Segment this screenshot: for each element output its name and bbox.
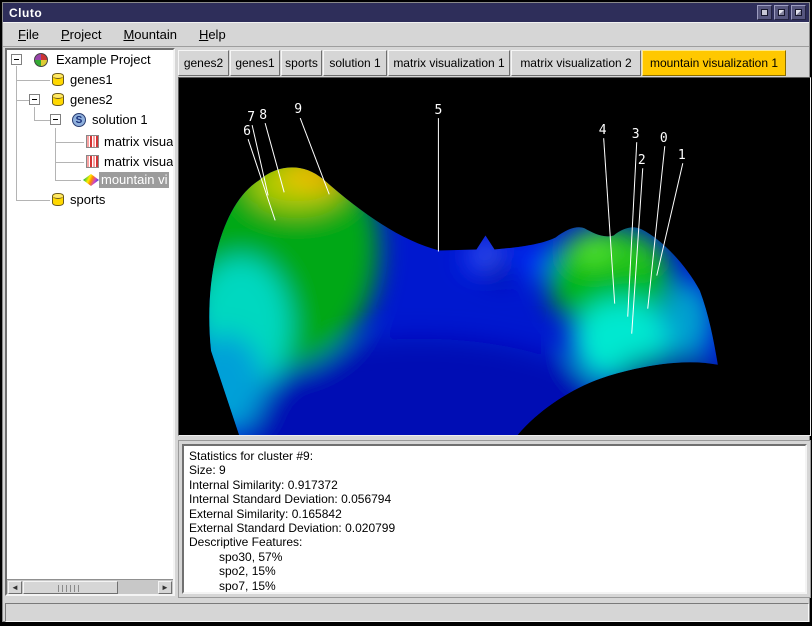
scroll-left-arrow-icon[interactable]: ◄ [8, 581, 22, 594]
statistics-line: Size: 9 [189, 463, 805, 477]
tree-item-label[interactable]: genes2 [68, 92, 115, 108]
scrollbar-thumb[interactable] [23, 581, 118, 594]
tree-item-genes1[interactable]: genes1 [7, 71, 173, 89]
tree-item-solution-1[interactable]: Ssolution 1 [7, 111, 173, 129]
statistics-line: Descriptive Features: [189, 535, 805, 549]
peak-label-0: 0 [660, 131, 668, 146]
menu-file[interactable]: File [7, 24, 50, 45]
solution-icon: S [72, 113, 86, 127]
tree-item-label[interactable]: matrix visua [102, 154, 175, 170]
menubar: FileProjectMountainHelp [3, 22, 809, 47]
tab-solution-1[interactable]: solution 1 [323, 50, 387, 76]
tree-item-genes2[interactable]: genes2 [7, 91, 173, 109]
statistics-line: Statistics for cluster #9: [189, 449, 805, 463]
app-window: Cluto FileProjectMountainHelp Example Pr… [2, 2, 810, 622]
peak-label-3: 3 [632, 127, 640, 142]
project-icon [34, 53, 48, 67]
statistics-line: spo7, 15% [189, 579, 805, 593]
tab-matrix-visualization-1[interactable]: matrix visualization 1 [388, 50, 510, 76]
statistics-line: External Similarity: 0.165842 [189, 507, 805, 521]
iconify-icon[interactable] [757, 5, 772, 20]
statistics-line: External Standard Deviation: 0.020799 [189, 521, 805, 535]
statistics-line: Internal Similarity: 0.917372 [189, 478, 805, 492]
statistics-line: spo2, 15% [189, 564, 805, 578]
dataset-icon [52, 193, 64, 206]
tree-item-label[interactable]: matrix visua [102, 134, 175, 150]
tab-mountain-visualization-1[interactable]: mountain visualization 1 [642, 50, 786, 76]
statistics-line: Internal Standard Deviation: 0.056794 [189, 492, 805, 506]
tree-item-matrix-visua[interactable]: matrix visua [7, 153, 173, 171]
scroll-right-arrow-icon[interactable]: ► [158, 581, 172, 594]
project-tree-panel: Example Project genes1 genes2 Ssolution 1 ma… [5, 48, 175, 596]
statistics-line: spo30, 57% [189, 550, 805, 564]
window-title: Cluto [3, 6, 42, 20]
tree-item-mountain-vi[interactable]: mountain vi [7, 171, 173, 189]
menu-help[interactable]: Help [188, 24, 237, 45]
tree-item-label[interactable]: mountain vi [99, 172, 169, 188]
tree-item-label[interactable]: genes1 [68, 72, 115, 88]
tree-horizontal-scrollbar[interactable]: ◄ ► [7, 579, 173, 594]
tree-item-label[interactable]: sports [68, 192, 107, 208]
collapse-expander-icon[interactable] [29, 94, 40, 105]
collapse-expander-icon[interactable] [11, 54, 22, 65]
tree-item-label[interactable]: Example Project [54, 52, 153, 68]
mountain-visualization-canvas[interactable]: 768 9 5 4 3 201 [178, 77, 811, 436]
dataset-icon [52, 93, 64, 106]
status-bar [5, 603, 809, 622]
mountain-icon [83, 174, 99, 186]
menu-mountain[interactable]: Mountain [112, 24, 188, 45]
peak-label-5: 5 [434, 103, 442, 118]
peak-label-6: 6 [243, 124, 251, 139]
mountain-surface: 768 9 5 4 3 201 [179, 78, 810, 435]
peak-label-1: 1 [678, 148, 686, 163]
peak-label-4: 4 [599, 123, 607, 138]
titlebar-controls [757, 5, 806, 20]
peak-label-7: 7 [247, 110, 255, 125]
peak-label-8: 8 [259, 108, 267, 123]
tab-matrix-visualization-2[interactable]: matrix visualization 2 [511, 50, 641, 76]
titlebar[interactable]: Cluto [3, 3, 809, 22]
tab-sports[interactable]: sports [281, 50, 322, 76]
tree-item-sports[interactable]: sports [7, 191, 173, 209]
menu-project[interactable]: Project [50, 24, 112, 45]
tab-genes2[interactable]: genes2 [178, 50, 229, 76]
tree-item-matrix-visua[interactable]: matrix visua [7, 133, 173, 151]
matrix-icon [86, 135, 99, 148]
matrix-icon [86, 155, 99, 168]
tree-item-example-project[interactable]: Example Project [7, 51, 173, 69]
peak-label-9: 9 [294, 102, 302, 117]
statistics-panel: Statistics for cluster #9:Size: 9Interna… [178, 440, 811, 598]
restore-icon[interactable] [791, 5, 806, 20]
maximize-icon[interactable] [774, 5, 789, 20]
tree-item-label[interactable]: solution 1 [90, 112, 150, 128]
tabbar: genes2genes1sportssolution 1matrix visua… [178, 49, 807, 76]
project-tree: Example Project genes1 genes2 Ssolution 1 ma… [7, 50, 173, 594]
peak-label-2: 2 [638, 153, 646, 168]
collapse-expander-icon[interactable] [50, 114, 61, 125]
statistics-line: spo5, 2% [189, 593, 805, 594]
tab-genes1[interactable]: genes1 [230, 50, 280, 76]
dataset-icon [52, 73, 64, 86]
cluster-statistics-text[interactable]: Statistics for cluster #9:Size: 9Interna… [182, 444, 807, 594]
